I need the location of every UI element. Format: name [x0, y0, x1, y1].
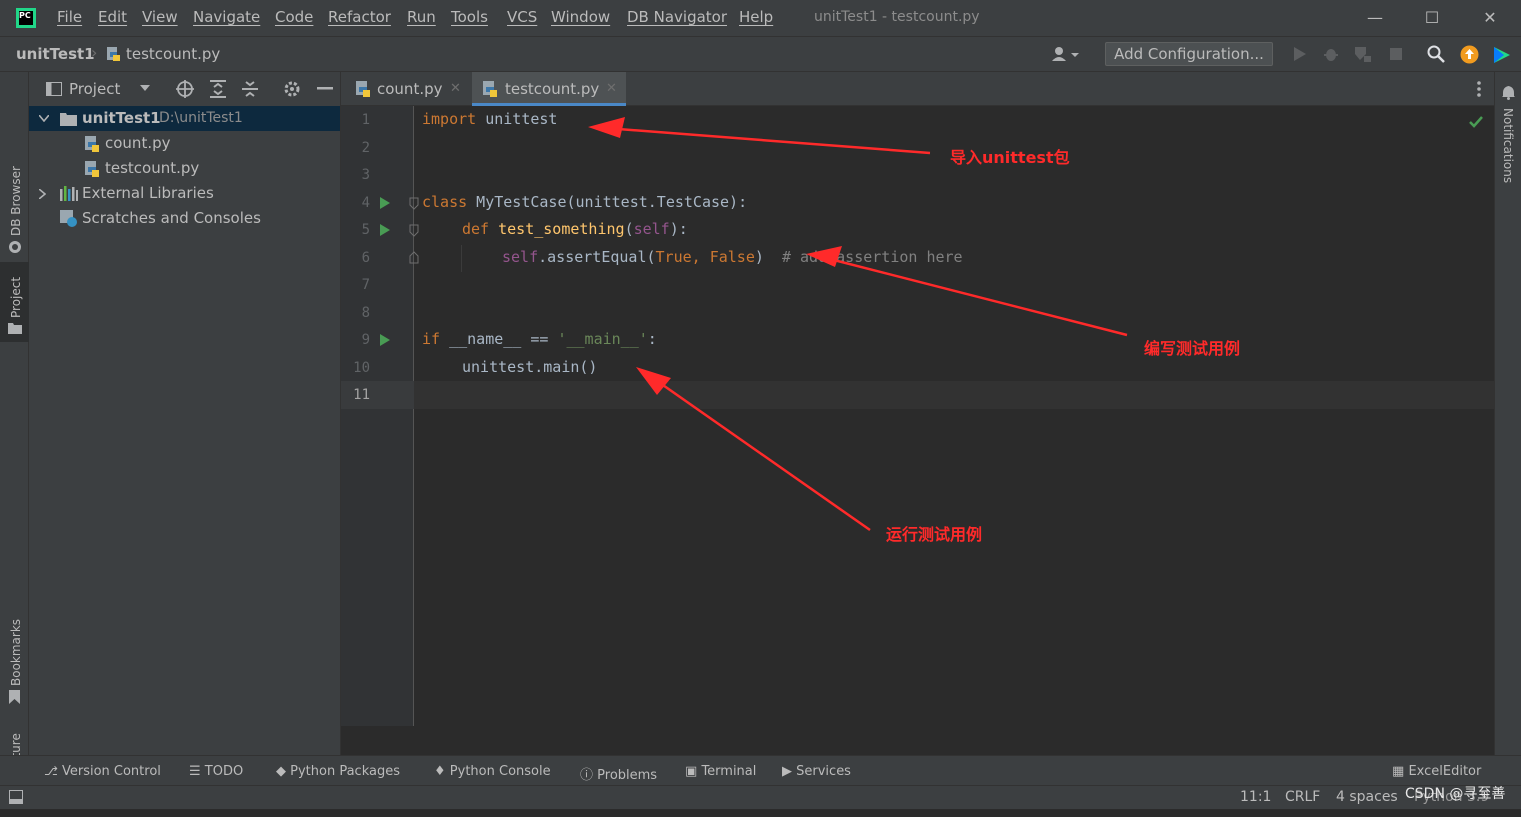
bell-icon[interactable]: [1502, 86, 1515, 100]
right-tool-stripe: Notifications: [1494, 72, 1521, 755]
tool-python-packages[interactable]: ◆ Python Packages: [276, 764, 400, 779]
status-bar: 11:1 CRLF 4 spaces Python 3.9 CSDN @寻至善: [0, 785, 1521, 809]
annotation-arrows: [588, 117, 1128, 532]
layers-icon: ◆: [276, 764, 286, 779]
tool-services[interactable]: ▶ Services: [782, 764, 851, 779]
list-icon: ☰: [189, 764, 201, 779]
tool-problems[interactable]: ⓘ Problems: [580, 764, 657, 783]
bottom-tool-bar: ⎇ Version Control ☰ TODO ◆ Python Packag…: [0, 755, 1521, 785]
toggle-tool-windows-icon[interactable]: [9, 790, 23, 804]
tool-excel-editor[interactable]: ▦ ExcelEditor: [1392, 764, 1481, 779]
tool-version-control[interactable]: ⎇ Version Control: [44, 764, 161, 779]
caret-position[interactable]: 11:1: [1240, 789, 1271, 805]
branch-icon: ⎇: [44, 764, 58, 778]
services-icon: ▶: [782, 764, 792, 779]
python-console-icon: ♦: [434, 764, 446, 779]
annotation-write: 编写测试用例: [1144, 339, 1241, 358]
excel-icon: ▦: [1392, 764, 1405, 779]
line-separator[interactable]: CRLF: [1285, 789, 1320, 805]
problems-icon: ⓘ: [580, 768, 594, 783]
annotation-import: 导入unittest包: [950, 148, 1070, 167]
tool-python-console[interactable]: ♦ Python Console: [434, 764, 551, 779]
annotation-run: 运行测试用例: [886, 525, 983, 544]
notifications-tab[interactable]: Notifications: [1501, 108, 1517, 198]
indent-setting[interactable]: 4 spaces: [1336, 789, 1398, 805]
watermark: CSDN @寻至善: [1405, 786, 1506, 802]
terminal-icon: ▣: [685, 764, 698, 779]
tool-todo[interactable]: ☰ TODO: [189, 764, 243, 779]
tool-terminal[interactable]: ▣ Terminal: [685, 764, 756, 779]
